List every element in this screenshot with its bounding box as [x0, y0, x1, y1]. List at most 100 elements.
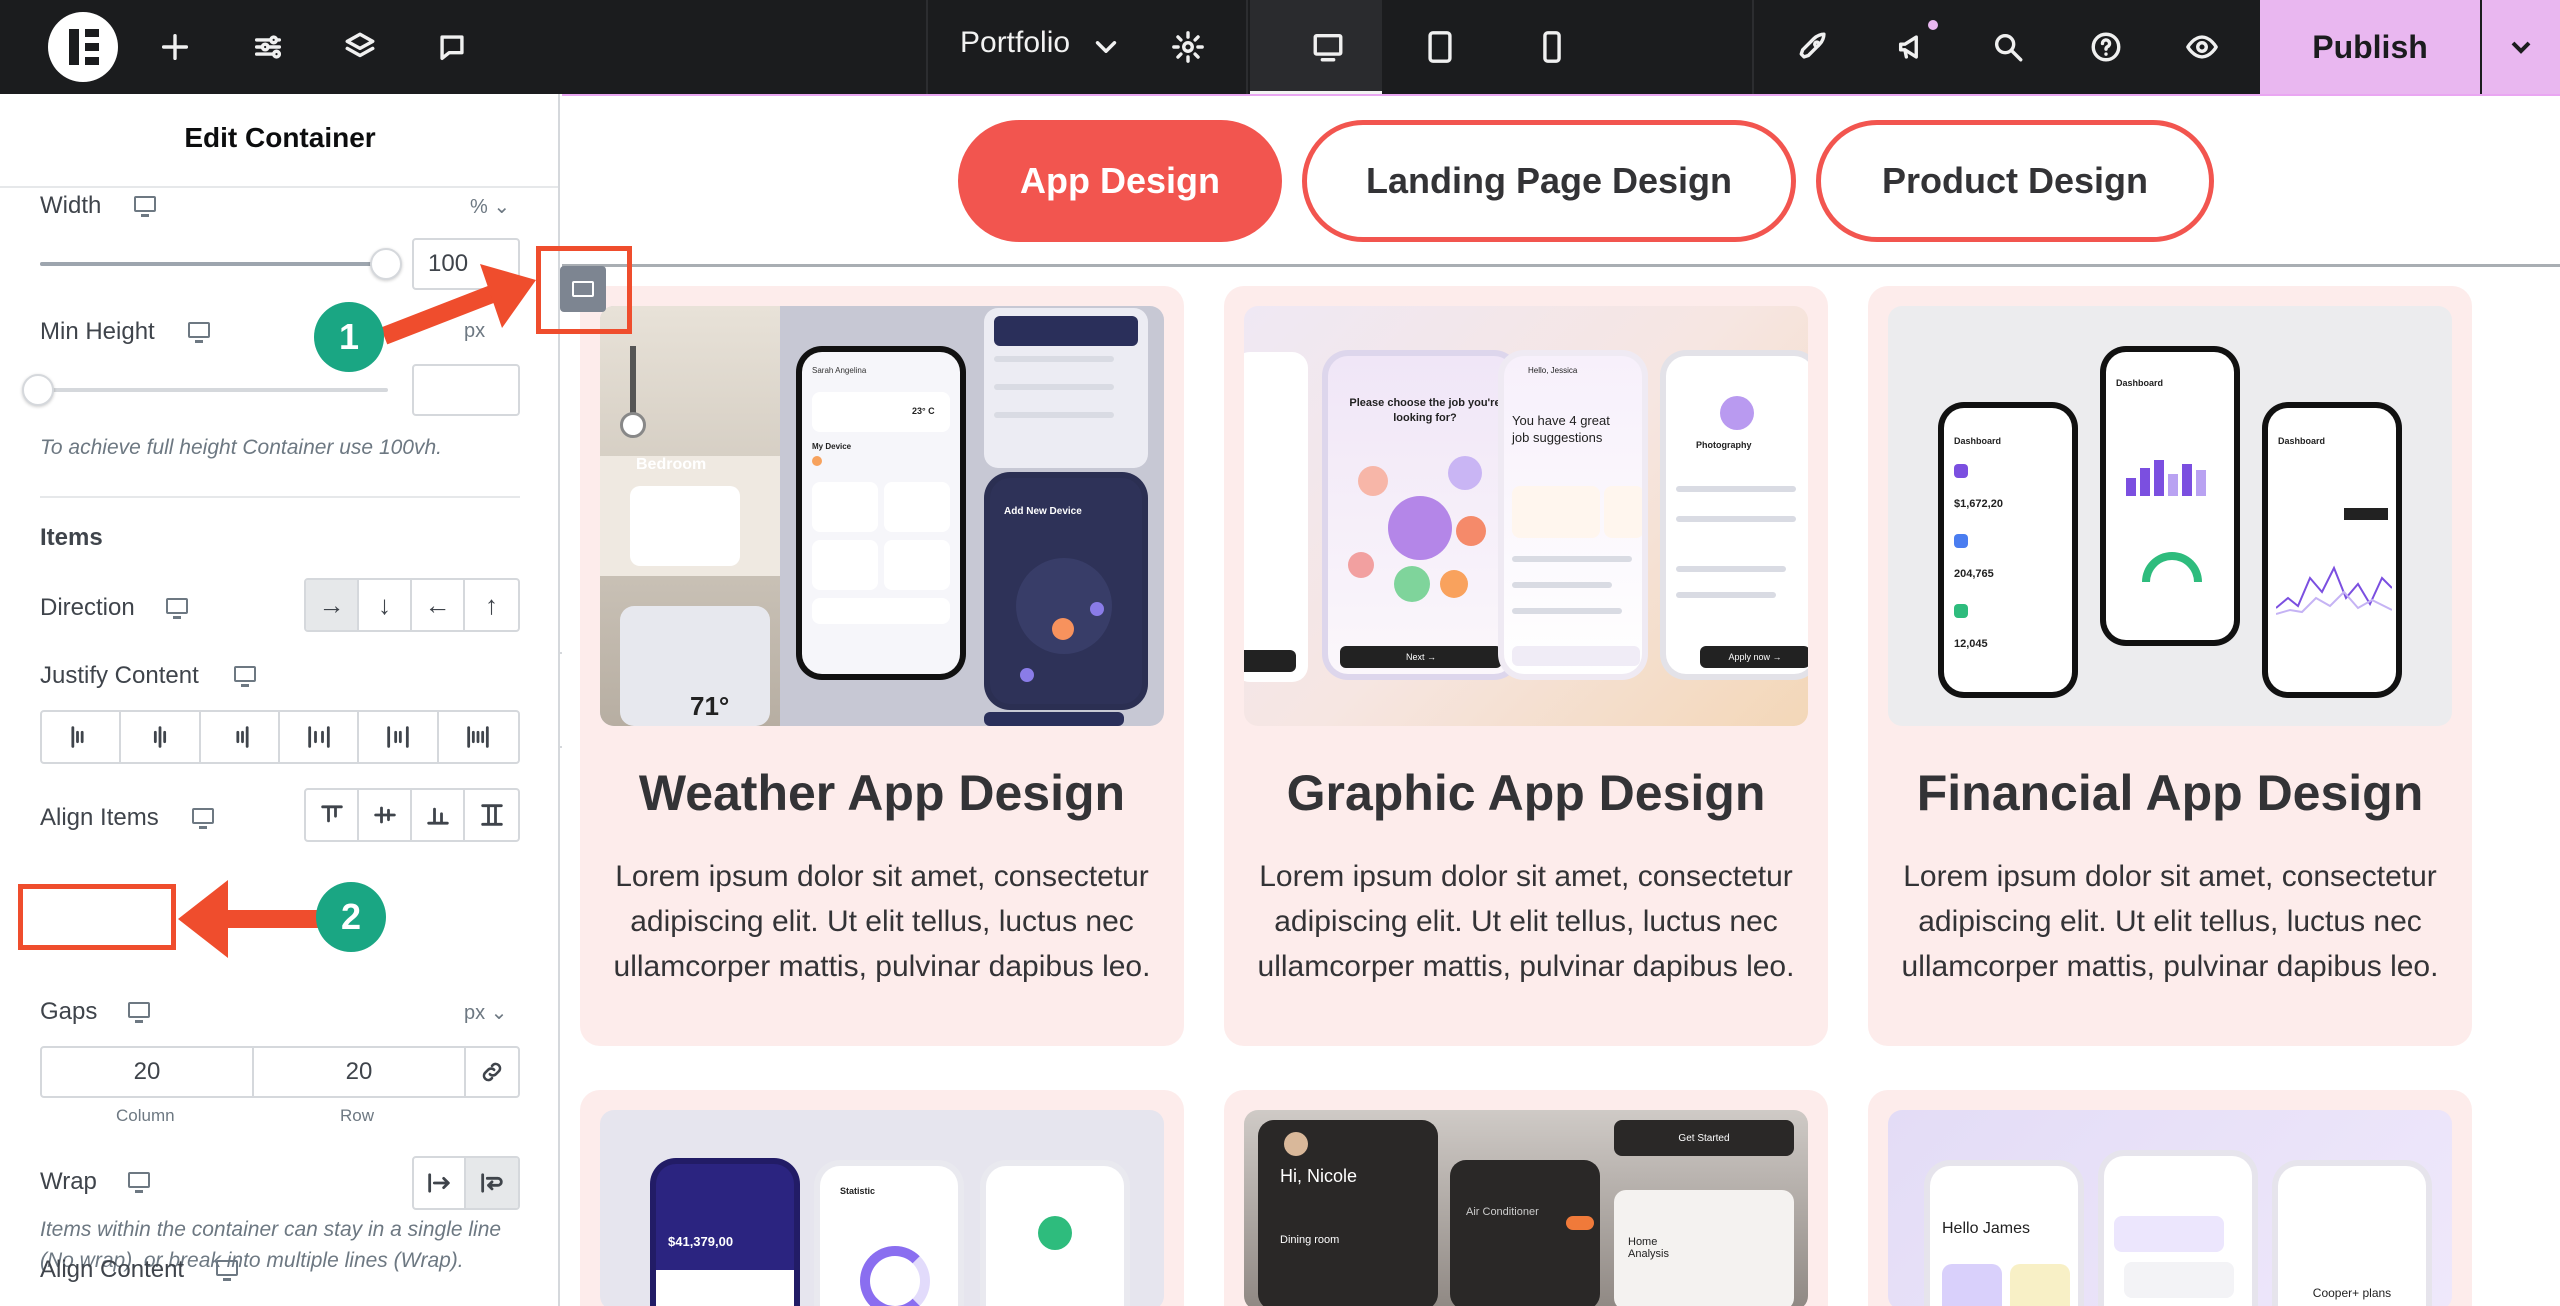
no-wrap-button[interactable]: [414, 1158, 467, 1208]
graphic-app-image: Please choose the job you're looking for…: [1244, 306, 1808, 726]
responsive-monitor-icon[interactable]: [134, 196, 156, 217]
weather-app-image: Bedroom 71° Sarah Angelina 23° C My Devi…: [600, 306, 1164, 726]
editor-canvas: App Design Landing Page Design Product D…: [562, 94, 2560, 1306]
gap-row-sublabel: Row: [340, 1106, 375, 1125]
responsive-monitor-icon[interactable]: [188, 322, 210, 343]
justify-space-between-button[interactable]: [280, 712, 360, 762]
justify-start-button[interactable]: [42, 712, 122, 762]
tab-product-design[interactable]: Product Design: [1816, 120, 2214, 242]
direction-control: → ↓ ← ↑: [304, 578, 520, 632]
portfolio-card[interactable]: Hello James Cooper+ plans: [1868, 1090, 2472, 1306]
link-icon: [482, 1062, 502, 1082]
min-height-input[interactable]: [412, 364, 520, 416]
publish-options-button[interactable]: [2482, 0, 2560, 94]
room-label: Bedroom: [636, 456, 707, 473]
comments-icon[interactable]: [432, 27, 472, 67]
portfolio-card[interactable]: Please choose the job you're looking for…: [1224, 286, 1828, 1046]
justify-space-around-button[interactable]: [359, 712, 439, 762]
chevron-down-icon[interactable]: [1086, 27, 1126, 67]
direction-row-reverse-button[interactable]: ←: [412, 580, 465, 630]
responsive-monitor-icon[interactable]: [192, 808, 214, 829]
financial-app-image: Dashboard $1,672,20 204,765 12,045 Dashb…: [1888, 306, 2452, 726]
wrap-label: Wrap: [40, 1168, 97, 1195]
gear-icon[interactable]: [1168, 27, 1208, 67]
gaps-unit-select[interactable]: px ⌄: [464, 1000, 507, 1025]
portfolio-card[interactable]: Bedroom 71° Sarah Angelina 23° C My Devi…: [580, 286, 1184, 1046]
elementor-logo-icon[interactable]: [48, 12, 118, 82]
mobile-icon[interactable]: [1532, 27, 1572, 67]
card-title: Graphic App Design: [1286, 765, 1766, 821]
gap-column-input[interactable]: 20: [40, 1046, 254, 1098]
wrap-button[interactable]: [466, 1158, 518, 1208]
width-unit-select[interactable]: % ⌄: [470, 194, 510, 219]
tab-app-design[interactable]: App Design: [958, 120, 1282, 242]
tab-landing-page-design[interactable]: Landing Page Design: [1302, 120, 1796, 242]
responsive-monitor-icon[interactable]: [234, 666, 256, 687]
card-title: Financial App Design: [1916, 765, 2424, 821]
search-icon[interactable]: [1988, 27, 2028, 67]
annotation-highlight-gaps: [18, 884, 176, 950]
gaps-label: Gaps: [40, 998, 98, 1025]
align-stretch-button[interactable]: [465, 790, 518, 840]
gap-row-input[interactable]: 20: [252, 1046, 466, 1098]
rocket-icon[interactable]: [1794, 27, 1834, 67]
portfolio-card[interactable]: $41,379,00 Statistic: [580, 1090, 1184, 1306]
align-items-label: Align Items: [40, 804, 159, 831]
portfolio-card[interactable]: Dashboard $1,672,20 204,765 12,045 Dashb…: [1868, 286, 2472, 1046]
resize-handle[interactable]: [560, 266, 606, 312]
gap-column-sublabel: Column: [116, 1106, 175, 1125]
justify-space-evenly-button[interactable]: [439, 712, 518, 762]
smart-home-app-image: Hi, Nicole Dining room Air Conditioner G…: [1244, 1110, 1808, 1306]
link-gaps-button[interactable]: [464, 1046, 520, 1098]
announcement-icon[interactable]: [1892, 27, 1932, 67]
site-name[interactable]: Portfolio: [960, 26, 1070, 60]
responsive-monitor-icon[interactable]: [166, 598, 188, 619]
wrap-control: [412, 1156, 520, 1210]
align-end-button[interactable]: [412, 790, 465, 840]
publish-button[interactable]: Publish: [2260, 0, 2480, 94]
panel-title: Edit Container: [184, 122, 376, 153]
align-items-control: [304, 788, 520, 842]
add-icon[interactable]: [155, 27, 195, 67]
direction-row-button[interactable]: →: [306, 580, 359, 630]
layers-icon[interactable]: [340, 27, 380, 67]
justify-end-button[interactable]: [201, 712, 281, 762]
annotation-step-badge: 1: [314, 302, 384, 372]
chat-app-image: Hello James Cooper+ plans: [1888, 1110, 2452, 1306]
responsive-monitor-icon[interactable]: [216, 1260, 238, 1281]
direction-label: Direction: [40, 594, 135, 621]
align-center-button[interactable]: [359, 790, 412, 840]
eye-icon[interactable]: [2182, 27, 2222, 67]
align-start-button[interactable]: [306, 790, 359, 840]
justify-center-button[interactable]: [121, 712, 201, 762]
card-title: Weather App Design: [638, 765, 1126, 821]
min-height-slider-handle[interactable]: [22, 374, 54, 406]
min-height-slider-track[interactable]: [40, 388, 388, 392]
tablet-icon[interactable]: [1420, 27, 1460, 67]
items-section-heading: Items: [40, 524, 103, 551]
responsive-monitor-icon[interactable]: [128, 1172, 150, 1193]
justify-content-control: [40, 710, 520, 764]
min-height-label: Min Height: [40, 318, 155, 345]
desktop-icon[interactable]: [1308, 27, 1348, 67]
align-content-label: Align Content: [40, 1256, 185, 1283]
width-label: Width: [40, 192, 102, 219]
top-bar: Portfolio Publish: [0, 0, 2560, 94]
portfolio-card[interactable]: Hi, Nicole Dining room Air Conditioner G…: [1224, 1090, 1828, 1306]
notification-dot: [1926, 18, 1940, 32]
annotation-step-badge: 2: [316, 882, 386, 952]
card-description: Lorem ipsum dolor sit amet, consectetur …: [613, 860, 1151, 983]
finance-app-image: $41,379,00 Statistic: [600, 1110, 1164, 1306]
chevron-down-icon: [2511, 41, 2531, 54]
annotation-arrow-2: [178, 880, 332, 958]
annotation-arrow-1: [380, 264, 536, 345]
help-icon[interactable]: [2086, 27, 2126, 67]
responsive-monitor-icon[interactable]: [128, 1002, 150, 1023]
temperature-label: 71°: [690, 691, 730, 721]
justify-content-label: Justify Content: [40, 662, 199, 689]
settings-sliders-icon[interactable]: [248, 27, 288, 67]
card-description: Lorem ipsum dolor sit amet, consectetur …: [1901, 860, 2439, 983]
card-description: Lorem ipsum dolor sit amet, consectetur …: [1257, 860, 1795, 983]
direction-column-button[interactable]: ↓: [359, 580, 412, 630]
direction-column-reverse-button[interactable]: ↑: [465, 580, 518, 630]
